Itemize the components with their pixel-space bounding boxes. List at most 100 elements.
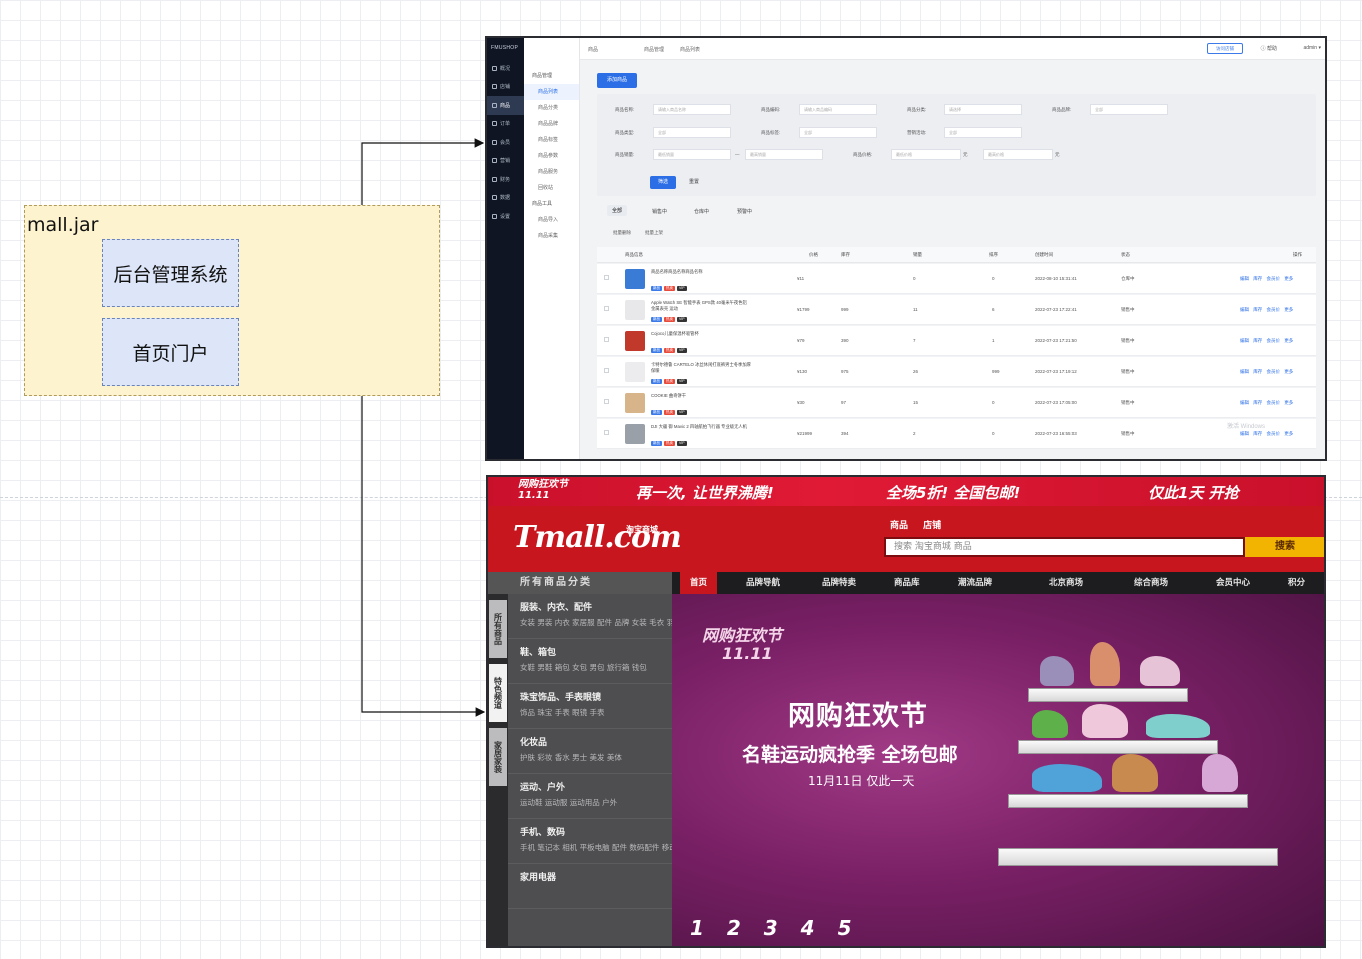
- row-checkbox[interactable]: [604, 430, 609, 435]
- filter-sales-max[interactable]: 最高销量: [745, 149, 823, 160]
- filter-brand-select[interactable]: 全部: [1090, 104, 1168, 115]
- col-created[interactable]: 创建时间: [1035, 252, 1053, 258]
- product-name[interactable]: COOKIE 曲奇饼干: [651, 393, 751, 399]
- nav-item[interactable]: 商品库: [894, 572, 920, 594]
- nav-item[interactable]: 品牌特卖: [822, 572, 856, 594]
- submenu-group-goods[interactable]: 商品管理: [524, 68, 579, 84]
- table-row[interactable]: DJI 大疆 御 Mavic 2 四轴航拍飞行器 专业级无人机 新品 热卖 VIP ¥2…: [597, 419, 1316, 449]
- category-sublinks[interactable]: 女鞋 男鞋 箱包 女包 男包 旅行箱 钱包: [520, 663, 672, 673]
- sidebar-item[interactable]: 设置: [487, 207, 524, 226]
- nav-item[interactable]: 潮流品牌: [958, 572, 992, 594]
- category-title[interactable]: 手机、数码: [520, 825, 672, 838]
- node-home-portal[interactable]: 首页门户: [102, 318, 239, 386]
- row-actions[interactable]: 编辑 库存 会员价 更多: [1240, 338, 1293, 344]
- submenu-tool-item[interactable]: 商品导入: [524, 212, 579, 228]
- nav-item[interactable]: 品牌导航: [746, 572, 780, 594]
- carousel-page[interactable]: 4: [801, 916, 815, 940]
- carousel-page[interactable]: 1: [690, 916, 704, 940]
- col-price[interactable]: 价格: [809, 252, 818, 258]
- table-row[interactable]: Apple Watch SE 智能手表 GPS款 40毫米午夜色铝金属表壳 运动…: [597, 295, 1316, 325]
- carousel-page[interactable]: 3: [764, 916, 778, 940]
- row-actions[interactable]: 编辑 库存 会员价 更多: [1240, 369, 1293, 375]
- submenu-item[interactable]: 商品标签: [524, 132, 579, 148]
- node-admin-system[interactable]: 后台管理系统: [102, 239, 239, 307]
- filter-promo-select[interactable]: 全部: [944, 127, 1022, 138]
- filter-code-input[interactable]: 请输入商品编码: [799, 104, 877, 115]
- cell-sort[interactable]: 0: [992, 431, 995, 436]
- search-input[interactable]: 搜索 淘宝商城 商品: [884, 537, 1245, 557]
- submenu-item[interactable]: 商品分类: [524, 100, 579, 116]
- category-title[interactable]: 服装、内衣、配件: [520, 600, 672, 613]
- product-name[interactable]: 商品名称商品名称商品名称: [651, 269, 751, 275]
- col-sales[interactable]: 销量: [913, 252, 922, 258]
- product-name[interactable]: 卡特尔德鲁 CARTELO 冰丝休闲打底裤男士冬季加厚保暖: [651, 362, 751, 374]
- nav-item[interactable]: 会员中心: [1216, 572, 1250, 594]
- nav-item[interactable]: 积分: [1288, 572, 1305, 594]
- submenu-item[interactable]: 回收站: [524, 180, 579, 196]
- batch-delete-button[interactable]: 批量删除: [613, 230, 631, 236]
- category-title[interactable]: 家用电器: [520, 870, 672, 883]
- filter-sales-min[interactable]: 最低销量: [653, 149, 731, 160]
- sidebar-item[interactable]: 店铺: [487, 78, 524, 97]
- row-actions[interactable]: 编辑 库存 会员价 更多: [1240, 307, 1293, 313]
- breadcrumb-2[interactable]: 商品列表: [680, 46, 700, 53]
- tab-warning[interactable]: 预警中: [737, 208, 752, 215]
- filter-search-button[interactable]: 筛选: [650, 176, 676, 189]
- col-sort[interactable]: 排序: [989, 252, 998, 258]
- sidebar-item[interactable]: 数据: [487, 189, 524, 208]
- tab-all[interactable]: 全部: [607, 205, 628, 216]
- category-sublinks[interactable]: 饰品 珠宝 手表 眼镜 手表: [520, 708, 672, 718]
- cell-sort[interactable]: 6: [992, 307, 995, 312]
- category-item[interactable]: 家用电器: [508, 864, 672, 909]
- cell-sort[interactable]: 0: [992, 400, 995, 405]
- submenu-item[interactable]: 商品列表: [524, 84, 579, 100]
- category-title[interactable]: 珠宝饰品、手表眼镜: [520, 690, 672, 703]
- row-actions[interactable]: 编辑 库存 会员价 更多: [1240, 276, 1293, 282]
- filter-tag-select[interactable]: 全部: [799, 127, 877, 138]
- filter-name-input[interactable]: 请输入商品名称: [653, 104, 731, 115]
- category-title[interactable]: 鞋、箱包: [520, 645, 672, 658]
- sidebar-item[interactable]: 营销: [487, 152, 524, 171]
- filter-type-select[interactable]: 全部: [653, 127, 731, 138]
- sidebar-item[interactable]: 会员: [487, 133, 524, 152]
- row-checkbox[interactable]: [604, 306, 609, 311]
- side-tab-home[interactable]: 家居家装: [489, 728, 507, 786]
- hero-banner[interactable]: 网购狂欢节 11.11 网购狂欢节 名鞋运动疯抢季 全场包邮 11月11日 仅此…: [672, 594, 1324, 946]
- product-name[interactable]: Apple Watch SE 智能手表 GPS款 40毫米午夜色铝金属表壳 运动: [651, 300, 751, 312]
- carousel-page[interactable]: 2: [727, 916, 741, 940]
- row-checkbox[interactable]: [604, 337, 609, 342]
- category-item[interactable]: 服装、内衣、配件女装 男装 内衣 家居服 配件 品牌 女装 毛衣 羽绒服 风衣: [508, 594, 672, 639]
- table-row[interactable]: 商品名称商品名称商品名称 新品 热卖 VIP ¥11 0 0 2022-08-10 15:31…: [597, 264, 1316, 294]
- nav-item[interactable]: 北京商场: [1049, 572, 1083, 594]
- category-sublinks[interactable]: 护肤 彩妆 香水 男士 美发 美体: [520, 753, 672, 763]
- promo-banner[interactable]: 网购狂欢节 11.11 再一次, 让世界沸腾! 全场5折! 全国包邮! 仅此1天…: [488, 477, 1324, 506]
- nav-item[interactable]: 综合商场: [1134, 572, 1168, 594]
- filter-category-select[interactable]: 请选择: [944, 104, 1022, 115]
- row-checkbox[interactable]: [604, 399, 609, 404]
- submenu-group-tools[interactable]: 商品工具: [524, 196, 579, 212]
- filter-price-min[interactable]: 最低价格: [891, 149, 961, 160]
- row-actions[interactable]: 编辑 库存 会员价 更多: [1240, 431, 1293, 437]
- row-checkbox[interactable]: [604, 368, 609, 373]
- sidebar-item[interactable]: 商品: [487, 96, 524, 115]
- category-sublinks[interactable]: 运动鞋 运动服 运动用品 户外: [520, 798, 672, 808]
- all-categories-header[interactable]: 所有商品分类: [488, 572, 672, 594]
- cell-sort[interactable]: 1: [992, 338, 995, 343]
- add-goods-button[interactable]: 添加商品: [597, 73, 637, 88]
- category-title[interactable]: 化妆品: [520, 735, 672, 748]
- category-item[interactable]: 运动、户外 运动鞋 运动服 运动用品 户外: [508, 774, 672, 819]
- carousel-page[interactable]: 5: [838, 916, 852, 940]
- side-tab-featured[interactable]: 特色频道: [489, 664, 507, 722]
- search-button[interactable]: 搜索: [1245, 537, 1324, 557]
- batch-shelve-button[interactable]: 批量上架: [645, 230, 663, 236]
- category-item[interactable]: 珠宝饰品、手表眼镜 饰品 珠宝 手表 眼镜 手表: [508, 684, 672, 729]
- product-name[interactable]: DJI 大疆 御 Mavic 2 四轴航拍飞行器 专业级无人机: [651, 424, 751, 430]
- row-checkbox[interactable]: [604, 275, 609, 280]
- visit-store-button[interactable]: 访问店铺: [1207, 43, 1243, 54]
- help-link[interactable]: ⓘ 帮助: [1261, 45, 1277, 52]
- category-item[interactable]: 手机、数码手机 笔记本 相机 平板电脑 配件 数码配件 移动存储: [508, 819, 672, 864]
- cell-sort[interactable]: 0: [992, 276, 995, 281]
- product-name[interactable]: Cojoco儿童保温杯吸管杯: [651, 331, 751, 337]
- sidebar-item[interactable]: 财务: [487, 170, 524, 189]
- col-stock[interactable]: 库存: [841, 252, 850, 258]
